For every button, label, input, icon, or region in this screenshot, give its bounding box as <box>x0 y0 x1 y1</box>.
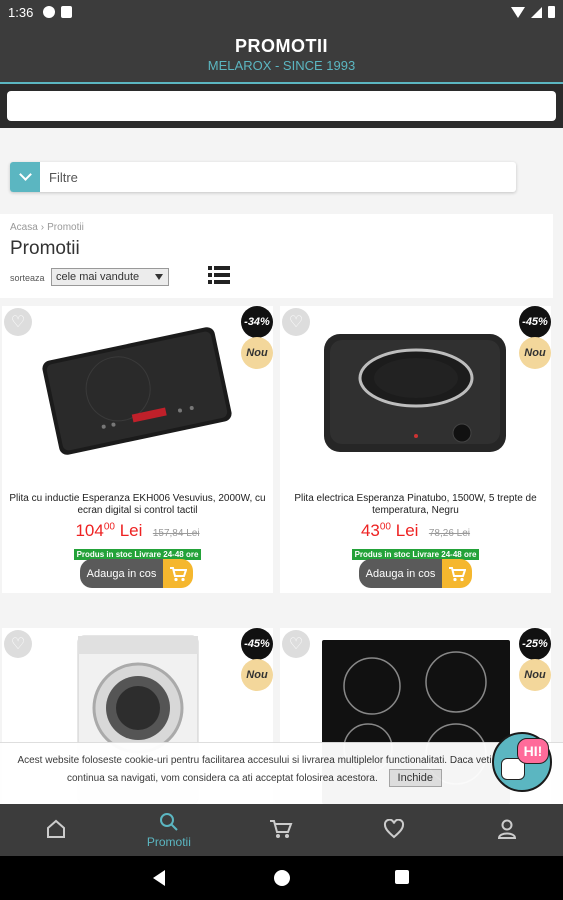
discount-badge: -25% <box>519 628 551 660</box>
wishlist-button[interactable]: ♡ <box>282 630 310 658</box>
old-price: 78,26 Lei <box>428 528 471 539</box>
recents-icon[interactable] <box>395 870 409 884</box>
search-icon <box>159 813 178 831</box>
back-icon[interactable] <box>153 870 165 886</box>
price-decimals: 00 <box>379 521 391 533</box>
discount-badge: -34% <box>241 306 273 338</box>
breadcrumb-separator: › <box>40 222 45 233</box>
system-navigation-bar <box>0 856 563 900</box>
breadcrumb-current: Promotii <box>47 222 84 233</box>
product-name[interactable]: Plita electrica Esperanza Pinatubo, 1500… <box>284 493 547 517</box>
heart-icon: ♡ <box>288 636 304 653</box>
price-decimals: 00 <box>103 521 115 533</box>
nav-home[interactable] <box>0 804 113 856</box>
battery-icon <box>548 6 555 18</box>
wishlist-button[interactable]: ♡ <box>4 308 32 336</box>
chat-widget-button[interactable]: HI! <box>492 732 552 792</box>
filter-label: Filtre <box>49 169 78 185</box>
product-image[interactable] <box>2 306 273 486</box>
user-icon <box>497 819 516 839</box>
nav-promotii[interactable]: Promotii <box>113 804 226 856</box>
product-price: 4300 Lei 78,26 Lei <box>280 521 551 541</box>
new-badge: Nou <box>241 659 273 691</box>
sort-label: sorteaza <box>10 273 45 283</box>
product-name[interactable]: Plita cu inductie Esperanza EKH006 Vesuv… <box>6 493 269 517</box>
cart-icon <box>163 559 193 588</box>
nav-account[interactable] <box>450 804 563 856</box>
price-currency: Lei <box>119 521 143 540</box>
discount-badge: -45% <box>519 306 551 338</box>
nav-promotii-label: Promotii <box>146 835 191 849</box>
app-subtitle: MELAROX - SINCE 1993 <box>207 58 356 73</box>
app-bar: PROMOTII MELAROX - SINCE 1993 <box>0 24 563 84</box>
product-card[interactable]: ♡ -45% Nou Plita electrica Esperanza Pin… <box>280 306 551 593</box>
notification-icon <box>43 6 56 18</box>
nav-favorites[interactable] <box>338 804 451 856</box>
dropdown-arrow-icon <box>155 274 163 280</box>
price-integer: 43 <box>360 521 380 540</box>
main-content[interactable]: Filtre Acasa › Promotii Promotii sorteaza … <box>0 128 563 804</box>
signal-icon <box>531 6 542 18</box>
page-title: Promotii <box>10 238 80 259</box>
search-input[interactable] <box>7 91 556 121</box>
price-currency: Lei <box>395 521 419 540</box>
bottom-navigation: Promotii <box>0 804 563 856</box>
filter-bar[interactable]: Filtre <box>10 162 516 192</box>
cart-icon <box>442 559 472 588</box>
heart-icon: ♡ <box>10 636 26 653</box>
status-bar: 1:36 <box>0 0 563 24</box>
list-view-icon[interactable] <box>208 266 230 284</box>
new-badge: Nou <box>519 659 551 691</box>
new-badge: Nou <box>519 337 551 369</box>
price-integer: 104 <box>75 521 104 540</box>
home-icon <box>47 819 66 838</box>
add-to-cart-label: Adauga in cos <box>359 559 442 588</box>
product-card[interactable]: ♡ -34% Nou Plita cu inductie Esperanza E… <box>2 306 273 593</box>
chat-hi-label: HI! <box>517 738 549 764</box>
home-circle-icon[interactable] <box>274 870 290 886</box>
nav-cart[interactable] <box>225 804 338 856</box>
breadcrumb-home-link[interactable]: Acasa <box>10 222 38 233</box>
cart-icon <box>270 820 293 838</box>
sort-select[interactable]: cele mai vandute <box>51 268 169 286</box>
search-bar <box>0 86 563 128</box>
add-to-cart-button[interactable]: Adauga in cos <box>80 559 193 588</box>
add-to-cart-button[interactable]: Adauga in cos <box>359 559 472 588</box>
breadcrumb: Acasa › Promotii <box>10 222 84 233</box>
heart-icon <box>384 819 405 839</box>
wifi-icon <box>511 6 525 18</box>
wishlist-button[interactable]: ♡ <box>4 630 32 658</box>
product-price: 10400 Lei 157,84 Lei <box>2 521 273 541</box>
discount-badge: -45% <box>241 628 273 660</box>
app-title: PROMOTII <box>235 36 328 56</box>
chevron-down-icon <box>18 168 32 181</box>
page-header: Acasa › Promotii Promotii sorteaza cele ma… <box>0 214 553 298</box>
cookie-close-button[interactable]: Inchide <box>388 769 442 787</box>
cookie-banner: Acest website foloseste cookie-uri pentr… <box>0 742 563 804</box>
app-notification-icon <box>61 6 73 18</box>
filter-toggle-button[interactable] <box>10 162 40 192</box>
sort-select-value: cele mai vandute <box>56 271 140 283</box>
add-to-cart-label: Adauga in cos <box>80 559 163 588</box>
old-price: 157,84 Lei <box>152 528 200 539</box>
wishlist-button[interactable]: ♡ <box>282 308 310 336</box>
product-image[interactable] <box>280 306 551 486</box>
heart-icon: ♡ <box>10 314 26 331</box>
new-badge: Nou <box>241 337 273 369</box>
heart-icon: ♡ <box>288 314 304 331</box>
status-time: 1:36 <box>8 4 34 20</box>
